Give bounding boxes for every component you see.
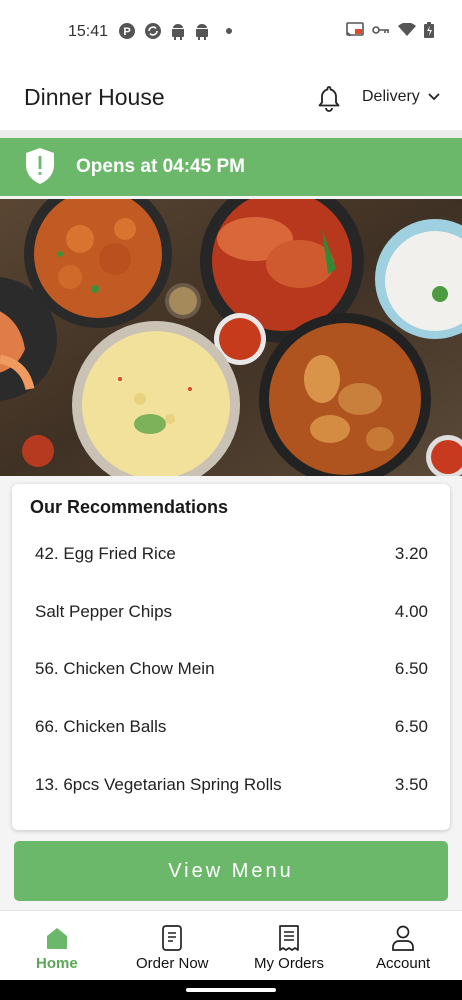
recommendation-item[interactable]: 66. Chicken Balls 6.50 <box>35 712 428 742</box>
recommendation-item[interactable]: 56. Chicken Chow Mein 6.50 <box>35 654 428 684</box>
restaurant-title: Dinner House <box>24 84 165 110</box>
system-gesture-bar <box>0 980 462 1000</box>
receipt-icon <box>279 925 299 951</box>
vpn-key-icon <box>372 26 389 34</box>
recommendation-item[interactable]: 42. Egg Fried Rice 3.20 <box>35 539 428 569</box>
cast-icon <box>346 22 364 37</box>
nav-home-label: Home <box>36 955 78 972</box>
status-time: 15:41 <box>68 23 109 40</box>
item-name: Salt Pepper Chips <box>35 602 173 621</box>
nav-account-label: Account <box>376 955 431 972</box>
food-hero-image <box>0 199 462 476</box>
battery-icon <box>424 22 434 38</box>
android-icon <box>172 24 184 40</box>
p-app-icon: P <box>119 23 135 39</box>
recommendation-item[interactable]: Salt Pepper Chips 4.00 <box>35 597 428 627</box>
item-name: 56. Chicken Chow Mein <box>35 659 215 678</box>
item-price: 3.50 <box>394 775 428 794</box>
nav-account[interactable]: Account <box>376 925 430 972</box>
bottom-navigation: Home Order Now My Orders Account <box>0 910 462 981</box>
delivery-mode-dropdown[interactable]: Delivery <box>362 88 440 106</box>
view-menu-button[interactable]: View Menu <box>14 841 448 901</box>
chevron-down-icon <box>428 93 440 101</box>
nav-order-now-label: Order Now <box>136 955 209 972</box>
sync-app-icon <box>145 23 161 39</box>
nav-order-now[interactable]: Order Now <box>136 925 209 972</box>
food-photo <box>0 199 462 476</box>
item-price: 6.50 <box>394 659 428 678</box>
item-price: 3.20 <box>394 544 428 563</box>
status-notification-icons: P <box>118 22 232 40</box>
svg-text:P: P <box>123 26 130 38</box>
phone-order-icon <box>162 925 183 951</box>
wifi-icon <box>398 23 416 36</box>
nav-my-orders-label: My Orders <box>254 955 325 972</box>
item-price: 6.50 <box>394 717 428 736</box>
shield-alert-icon <box>26 148 54 184</box>
user-icon <box>392 925 414 951</box>
more-notifications-dot <box>226 28 232 34</box>
home-gesture-handle[interactable] <box>186 988 276 992</box>
opening-time-banner: Opens at 04:45 PM <box>0 138 462 196</box>
opening-time-text: Opens at 04:45 PM <box>76 156 245 177</box>
nav-my-orders[interactable]: My Orders <box>254 925 324 972</box>
divider <box>0 130 462 138</box>
nav-home[interactable]: Home <box>36 925 78 972</box>
app-bar: Dinner House Delivery <box>0 64 462 131</box>
item-name: 13. 6pcs Vegetarian Spring Rolls <box>35 775 282 794</box>
status-bar: 15:41 P <box>0 0 462 64</box>
delivery-mode-label: Delivery <box>362 88 420 105</box>
status-system-icons <box>346 22 434 38</box>
recommendations-card: Our Recommendations 42. Egg Fried Rice 3… <box>12 484 450 830</box>
item-name: 42. Egg Fried Rice <box>35 544 176 563</box>
bell-icon[interactable] <box>315 84 343 112</box>
recommendations-title: Our Recommendations <box>30 497 229 517</box>
android-icon <box>196 24 208 40</box>
home-icon <box>46 928 67 949</box>
item-name: 66. Chicken Balls <box>35 717 167 736</box>
recommendation-item[interactable]: 13. 6pcs Vegetarian Spring Rolls 3.50 <box>35 770 428 800</box>
item-price: 4.00 <box>394 602 428 621</box>
